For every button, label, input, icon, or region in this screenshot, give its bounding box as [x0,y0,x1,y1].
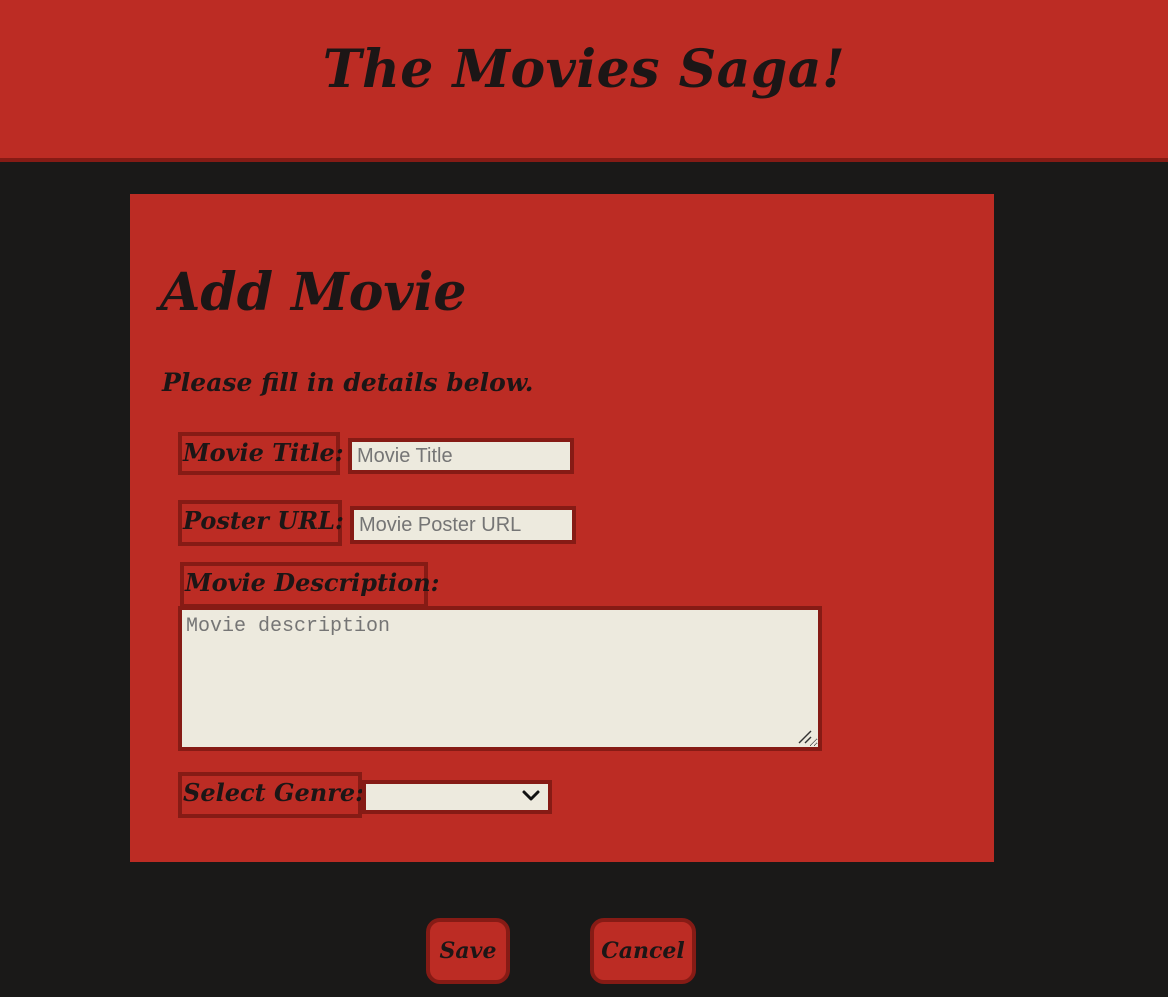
save-button[interactable]: Save [426,918,510,984]
movie-title-input[interactable] [348,438,574,474]
add-movie-form: Add Movie Please fill in details below. … [130,194,994,862]
poster-url-label: Poster URL: [178,500,344,546]
site-header: The Movies Saga! [0,0,1168,162]
cancel-button[interactable]: Cancel [590,918,696,984]
genre-select[interactable] [362,780,552,814]
movie-description-input[interactable] [178,606,822,751]
site-title: The Movies Saga! [322,39,846,100]
select-genre-label: Select Genre: [178,772,364,818]
poster-url-input[interactable] [350,506,576,544]
movie-description-label: Movie Description: [180,562,440,608]
form-intro: Please fill in details below. [162,368,534,397]
movie-title-label: Movie Title: [178,432,344,475]
form-heading: Add Movie [160,262,467,323]
